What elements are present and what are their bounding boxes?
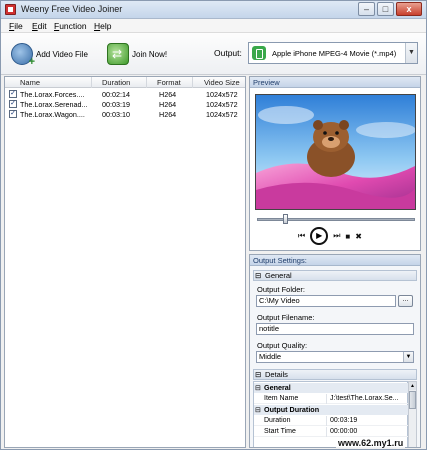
app-window: Weeny Free Video Joiner – □ x File Edit … — [0, 0, 427, 450]
app-icon — [5, 4, 16, 15]
details-section-header[interactable]: Details — [253, 369, 417, 380]
menu-edit[interactable]: Edit — [32, 21, 47, 31]
output-filename-field[interactable]: notitle — [256, 323, 414, 335]
window-title: Weeny Free Video Joiner — [21, 4, 123, 14]
col-name[interactable]: Name — [20, 78, 40, 87]
output-quality-select[interactable]: Middle ▼ — [256, 351, 414, 363]
cell-format: H264 — [159, 100, 177, 109]
add-video-label: Add Video File — [36, 49, 88, 59]
cell-size: 1024x572 — [206, 110, 238, 119]
output-quality-label: Output Quality: — [257, 341, 308, 350]
chevron-down-icon[interactable]: ▼ — [403, 352, 413, 362]
details-row: Duration 00:03:19 — [254, 416, 409, 426]
output-format-value: Apple iPhone MPEG-4 Movie (*.mp4) — [272, 48, 397, 58]
list-header: Name Duration Format Video Size — [5, 77, 245, 88]
output-settings-panel: Output Settings: General Output Folder: … — [249, 254, 421, 448]
cell-size: 1024x572 — [206, 100, 238, 109]
cell-name: The.Lorax.Forces.... — [20, 90, 85, 99]
general-section-header[interactable]: General — [253, 270, 417, 281]
menu-bar: File Edit Function Help — [1, 19, 426, 33]
cell-name: The.Lorax.Serenad... — [20, 100, 88, 109]
menu-help[interactable]: Help — [94, 21, 111, 31]
start-time-key: Start Time — [264, 428, 296, 435]
output-folder-label: Output Folder: — [257, 285, 305, 294]
file-list[interactable]: Name Duration Format Video Size ✓ The.Lo… — [4, 76, 246, 448]
details-group-duration[interactable]: Output Duration — [254, 405, 409, 415]
add-video-button[interactable]: Add Video File — [11, 41, 88, 68]
seek-thumb[interactable] — [283, 214, 289, 224]
playback-controls: ⏮ ▶ ⏭ ■ ✖ — [298, 227, 362, 245]
output-quality-value: Middle — [259, 352, 282, 361]
settings-title: Output Settings: — [250, 255, 420, 266]
iphone-icon — [252, 46, 266, 60]
output-folder-field[interactable]: C:\My Video — [256, 295, 396, 307]
scroll-up-icon[interactable]: ▲ — [409, 382, 416, 390]
output-label: Output: — [214, 48, 242, 58]
duration-value: 00:03:19 — [330, 417, 358, 424]
col-video-size[interactable]: Video Size — [204, 78, 240, 87]
preview-title: Preview — [250, 77, 420, 88]
browse-button[interactable]: ... — [398, 295, 413, 307]
details-row: Start Time 00:00:00 — [254, 427, 409, 437]
minimize-button[interactable]: – — [358, 2, 375, 16]
cell-duration: 00:03:10 — [102, 110, 130, 119]
menu-file[interactable]: File — [9, 21, 23, 31]
close-button[interactable]: x — [396, 2, 422, 16]
stop-icon[interactable]: ■ — [345, 232, 350, 241]
film-add-icon — [11, 43, 35, 68]
cell-format: H264 — [159, 110, 177, 119]
scroll-thumb[interactable] — [409, 391, 416, 409]
details-row: Item Name J:\test\The.Lorax.Se... — [254, 394, 409, 404]
next-icon[interactable]: ⏭ — [333, 231, 340, 241]
col-format[interactable]: Format — [157, 78, 181, 87]
details-group-general[interactable]: General — [254, 383, 409, 393]
cell-duration: 00:02:14 — [102, 90, 130, 99]
row-checkbox[interactable]: ✓ — [9, 110, 17, 118]
table-row[interactable]: ✓ The.Lorax.Forces.... 00:02:14 H264 102… — [5, 89, 245, 99]
cell-duration: 00:03:19 — [102, 100, 130, 109]
item-name-key: Item Name — [264, 395, 299, 402]
col-duration[interactable]: Duration — [102, 78, 130, 87]
menu-function[interactable]: Function — [54, 21, 87, 31]
maximize-button[interactable]: □ — [377, 2, 394, 16]
previous-icon[interactable]: ⏮ — [298, 231, 305, 241]
cell-format: H264 — [159, 90, 177, 99]
output-filename-label: Output Filename: — [257, 313, 315, 322]
join-now-button[interactable]: Join Now! — [107, 41, 167, 67]
toolbar: Add Video File Join Now! Output: Apple i… — [1, 33, 426, 75]
preview-panel: Preview ⏮ ▶ ⏭ ■ ✖ — [249, 76, 421, 251]
row-checkbox[interactable]: ✓ — [9, 100, 17, 108]
table-row[interactable]: ✓ The.Lorax.Wagon.... 00:03:10 H264 1024… — [5, 109, 245, 119]
join-now-label: Join Now! — [132, 49, 168, 59]
output-format-select[interactable]: Apple iPhone MPEG-4 Movie (*.mp4) ▼ — [248, 42, 418, 64]
item-name-value: J:\test\The.Lorax.Se... — [330, 395, 399, 402]
watermark: www.62.my1.ru — [336, 438, 406, 448]
duration-key: Duration — [264, 417, 291, 424]
cell-size: 1024x572 — [206, 90, 238, 99]
video-frame-image — [256, 95, 415, 209]
cell-name: The.Lorax.Wagon.... — [20, 110, 85, 119]
play-icon[interactable]: ▶ — [310, 227, 329, 245]
title-bar: Weeny Free Video Joiner – □ x — [1, 1, 426, 19]
start-time-value: 00:00:00 — [330, 428, 358, 435]
seek-bar[interactable] — [257, 218, 415, 221]
table-row[interactable]: ✓ The.Lorax.Serenad... 00:03:19 H264 102… — [5, 99, 245, 109]
row-checkbox[interactable]: ✓ — [9, 90, 17, 98]
video-preview[interactable] — [255, 94, 416, 210]
chevron-down-icon[interactable]: ▼ — [405, 43, 417, 63]
join-icon — [107, 43, 129, 65]
details-scrollbar[interactable]: ▲ — [408, 381, 417, 447]
mute-icon[interactable]: ✖ — [355, 232, 362, 241]
